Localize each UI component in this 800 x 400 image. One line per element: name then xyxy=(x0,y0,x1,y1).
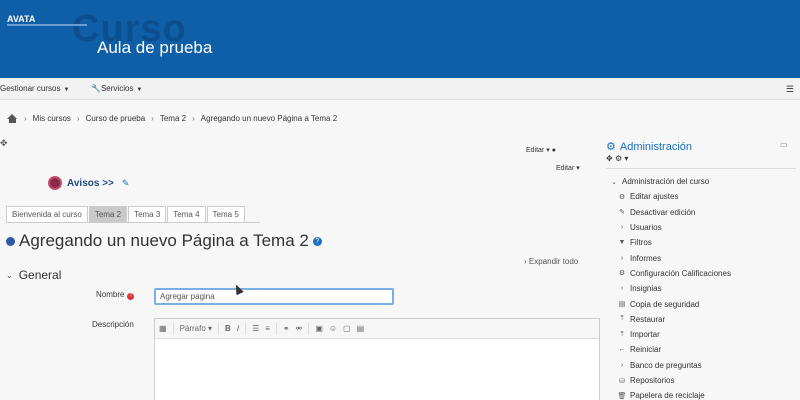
admin-title[interactable]: ⚙ Administración xyxy=(606,140,692,154)
forum-icon xyxy=(48,176,62,190)
breadcrumb-mis-cursos[interactable]: Mis cursos xyxy=(33,114,71,123)
menu-toggle-icon[interactable]: ☰ xyxy=(786,84,794,95)
caret-down-icon: ▼ xyxy=(136,87,143,93)
edit-menu-1[interactable]: Editar ▾ ● xyxy=(526,146,556,154)
admin-item-restaurar[interactable]: ⤒ Restaurar xyxy=(608,312,798,327)
unlink-icon[interactable]: ⚮ xyxy=(296,324,303,333)
admin-item-informes[interactable]: › Informes xyxy=(608,250,798,265)
required-icon: ! xyxy=(127,293,135,300)
wrench-icon: 🔧 xyxy=(91,84,101,93)
help-icon[interactable]: ? xyxy=(312,236,322,246)
tab-tema-4[interactable]: Tema 4 xyxy=(167,206,206,222)
breadcrumb-current: Agregando un nuevo Página a Tema 2 xyxy=(200,114,338,123)
breadcrumb-curso[interactable]: Curso de prueba xyxy=(86,114,146,123)
chevron-right-icon: › xyxy=(24,114,27,123)
chevron-down-icon: ⌄ xyxy=(611,178,617,186)
bullet-list-icon[interactable]: ☰ xyxy=(252,324,259,333)
nav-servicios[interactable]: 🔧Servicios ▼ xyxy=(91,84,142,93)
filter-icon: ▼ xyxy=(618,239,626,247)
block-controls[interactable]: ✥ ⚙ ▾ xyxy=(606,154,628,163)
tabs-underline xyxy=(6,222,260,223)
gear-icon: ⚙ xyxy=(618,193,626,201)
chevron-right-icon: › xyxy=(76,114,80,123)
admin-block: ⚙ Administración ▭ ✥ ⚙ ▾ ⌄ Administración… xyxy=(600,134,800,400)
admin-item-papelera[interactable]: 🗑 Papelera de reciclaje xyxy=(608,388,798,400)
link-icon[interactable]: ⚭ xyxy=(283,324,290,333)
admin-item-calificaciones[interactable]: ⚙ Configuración Calificaciones xyxy=(608,266,798,281)
chevron-right-icon: › xyxy=(620,254,624,262)
home-icon[interactable] xyxy=(7,114,18,123)
gears-icon: ⚙ xyxy=(606,141,616,153)
gear-icon[interactable]: ⚙ ▾ xyxy=(615,154,628,163)
breadcrumb: › Mis cursos › Curso de prueba › Tema 2 … xyxy=(7,114,337,123)
descripcion-label: Descripción xyxy=(92,320,134,329)
document-icon: ▤ xyxy=(618,301,626,309)
logo-tagline-bar xyxy=(7,24,87,26)
admin-item-copia-seguridad[interactable]: ▤ Copia de seguridad xyxy=(608,296,798,311)
nombre-input[interactable]: Agregar pagina xyxy=(154,288,394,305)
pencil-icon[interactable]: ✎ xyxy=(122,178,130,189)
image-icon[interactable]: ▣ xyxy=(315,324,323,333)
block-collapse-icon[interactable]: ▭ xyxy=(780,140,788,149)
move-icon[interactable]: ✥ xyxy=(606,154,613,163)
nombre-label: Nombre! xyxy=(96,290,135,300)
page-heading: Agregando un nuevo Página a Tema 2 ? xyxy=(6,231,322,251)
emoticon-icon[interactable]: ☺ xyxy=(329,324,337,333)
admin-item-course-admin[interactable]: ⌄ Administración del curso xyxy=(608,174,798,189)
site-header: Curso AVATA Aula de prueba xyxy=(0,0,800,78)
pencil-icon: ✎ xyxy=(619,209,625,217)
admin-item-repositorios[interactable]: ⛁ Repositorios xyxy=(608,373,798,388)
admin-item-banco-preguntas[interactable]: › Banco de preguntas xyxy=(608,358,798,373)
chevron-right-icon: › xyxy=(620,224,624,232)
format-select[interactable]: Párrafo ▾ xyxy=(180,324,212,333)
admin-item-reiniciar[interactable]: ← Reiniciar xyxy=(608,342,798,357)
avisos-forum[interactable]: Avisos >> ✎ xyxy=(48,176,129,190)
bold-icon[interactable]: B xyxy=(225,324,231,333)
editor-toolbar: ▦ Párrafo ▾ B I ☰ ≡ ⚭ ⚮ ▣ ☺ ▢ ▤ xyxy=(155,319,599,339)
section-general-header[interactable]: ⌄ General xyxy=(6,268,61,282)
italic-icon[interactable]: I xyxy=(237,324,239,333)
admin-item-editar-ajustes[interactable]: ⚙ Editar ajustes xyxy=(608,189,798,204)
descripcion-editor[interactable]: ▦ Párrafo ▾ B I ☰ ≡ ⚭ ⚮ ▣ ☺ ▢ ▤ xyxy=(154,318,600,400)
chevron-right-icon: › xyxy=(151,114,154,123)
tab-tema-3[interactable]: Tema 3 xyxy=(128,206,167,222)
tab-bienvenida[interactable]: Bienvenida al curso xyxy=(6,206,88,222)
database-icon: ⛁ xyxy=(619,377,625,385)
file-icon[interactable]: ▤ xyxy=(357,324,365,333)
page-icon xyxy=(6,236,15,246)
logo[interactable]: AVATA xyxy=(7,14,35,24)
media-icon[interactable]: ▢ xyxy=(343,324,351,333)
admin-item-insignias[interactable]: › Insignias xyxy=(608,281,798,296)
avisos-link[interactable]: Avisos >> xyxy=(67,178,114,189)
caret-down-icon: ▼ xyxy=(63,87,70,93)
numbered-list-icon[interactable]: ≡ xyxy=(265,324,270,333)
chevron-right-icon: › xyxy=(620,285,624,293)
user-icon: ● xyxy=(551,147,556,154)
admin-tree: ⌄ Administración del curso ⚙ Editar ajuste… xyxy=(608,174,798,400)
expand-all-link[interactable]: › Expandir todo xyxy=(524,257,578,266)
breadcrumb-tema[interactable]: Tema 2 xyxy=(160,114,186,123)
page-title: Agregando un nuevo Página a Tema 2 xyxy=(19,231,309,250)
trash-icon: 🗑 xyxy=(617,392,627,400)
upload-icon: ⤒ xyxy=(620,330,624,338)
move-icon[interactable]: ✥ xyxy=(0,138,8,149)
edit-menu-2[interactable]: Editar ▾ xyxy=(556,164,580,172)
admin-item-importar[interactable]: ⤒ Importar xyxy=(608,327,798,342)
tab-tema-5[interactable]: Tema 5 xyxy=(206,206,245,222)
toolbar-toggle-icon[interactable]: ▦ xyxy=(159,324,167,333)
admin-item-usuarios[interactable]: › Usuarios xyxy=(608,220,798,235)
chevron-right-icon: › xyxy=(192,114,195,123)
nav-gestionar-cursos[interactable]: Gestionar cursos ▼ xyxy=(0,84,69,93)
tab-tema-2[interactable]: Tema 2 xyxy=(88,206,128,222)
site-title[interactable]: Aula de prueba xyxy=(97,38,212,58)
navbar: Gestionar cursos ▼ 🔧Servicios ▼ ☰ xyxy=(0,78,800,100)
admin-item-filtros[interactable]: ▼ Filtros xyxy=(608,235,798,250)
chevron-right-icon: › xyxy=(620,361,624,369)
upload-icon: ⤒ xyxy=(620,315,624,323)
topic-tabs: Bienvenida al curso Tema 2 Tema 3 Tema 4… xyxy=(6,206,246,222)
chevron-down-icon: ⌄ xyxy=(6,270,13,280)
arrow-left-icon: ← xyxy=(618,346,626,354)
admin-item-desactivar-edicion[interactable]: ✎ Desactivar edición xyxy=(608,205,798,220)
gear-icon: ⚙ xyxy=(618,270,626,278)
